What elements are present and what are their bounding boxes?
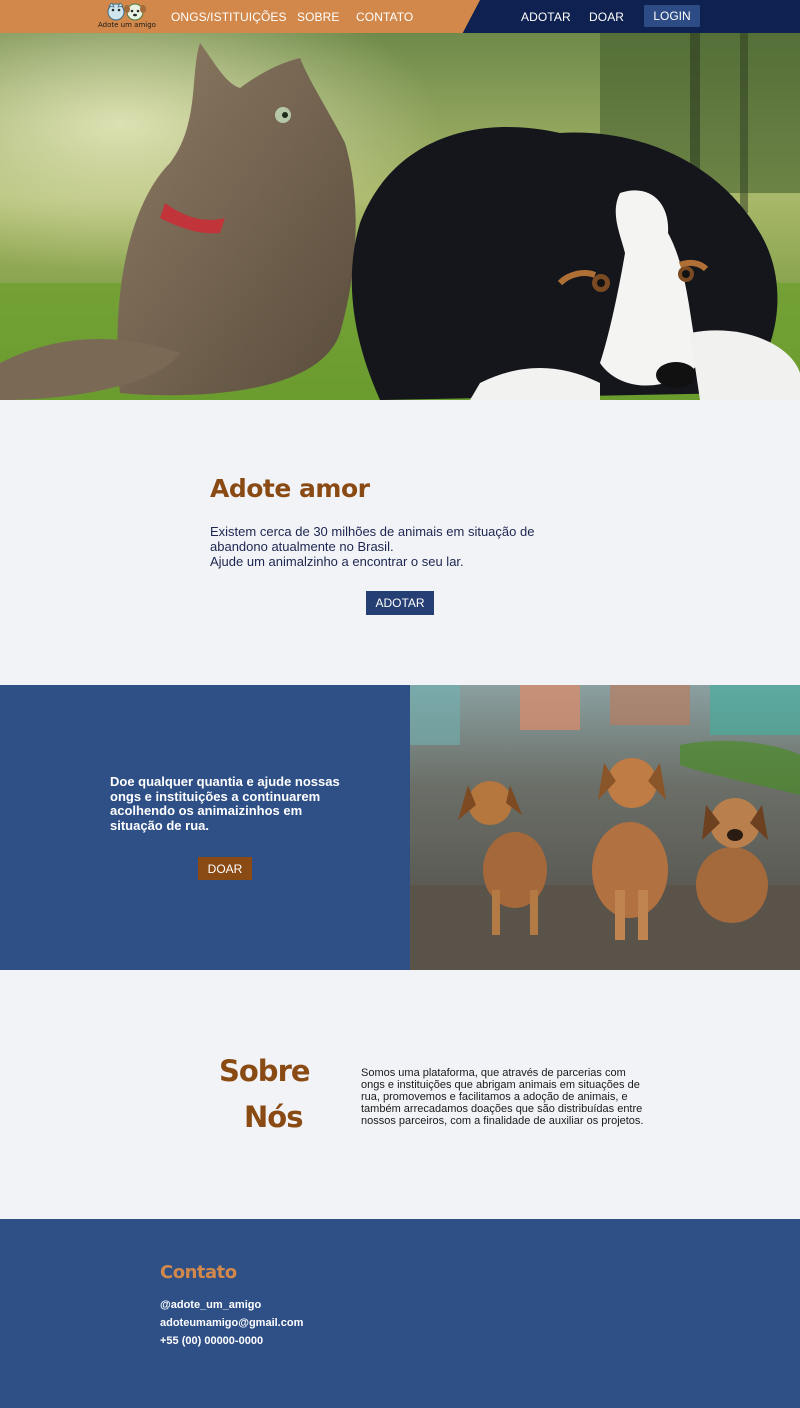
about-description: Somos uma plataforma, que através de par… xyxy=(361,1067,644,1127)
donate-description: Doe qualquer quantia e ajude nossas ongs… xyxy=(110,774,340,833)
hero-illustration xyxy=(0,33,800,400)
adopt-description: Existem cerca de 30 milhões de animais e… xyxy=(210,524,590,569)
about-title-line-2: Nós xyxy=(244,1100,303,1134)
nav-link-sobre[interactable]: SOBRE xyxy=(297,10,340,24)
logo-text: Adote um amigo xyxy=(98,21,156,29)
contact-phone: +55 (00) 00000-0000 xyxy=(160,1335,264,1347)
hero-image-cat-and-dog xyxy=(0,33,800,400)
puppies-illustration xyxy=(410,685,800,970)
adopt-title: Adote amor xyxy=(210,474,370,503)
adopt-text-line-1: Existem cerca de 30 milhões de animais e… xyxy=(210,524,535,554)
nav-link-contato[interactable]: CONTATO xyxy=(356,10,413,24)
footer xyxy=(0,1219,800,1408)
logo-pets-icon xyxy=(107,2,146,21)
nav-link-doar[interactable]: DOAR xyxy=(589,10,624,24)
contact-title: Contato xyxy=(160,1262,237,1283)
contact-email-link[interactable]: adoteumamigo@gmail.com xyxy=(160,1317,303,1329)
adopt-text-line-2: Ajude um animalzinho a encontrar o seu l… xyxy=(210,554,464,569)
nav-link-adotar[interactable]: ADOTAR xyxy=(521,10,571,24)
page: Adote um amigo ONGS/ISTITUIÇÕES SOBRE CO… xyxy=(0,0,800,1408)
contact-instagram-link[interactable]: @adote_um_amigo xyxy=(160,1299,261,1311)
adopt-button[interactable]: ADOTAR xyxy=(366,591,434,615)
puppies-image xyxy=(410,685,800,970)
nav-link-ongs[interactable]: ONGS/ISTITUIÇÕES xyxy=(171,10,287,24)
about-title-line-1: Sobre xyxy=(219,1054,311,1088)
login-button[interactable]: LOGIN xyxy=(644,5,700,27)
site-logo[interactable]: Adote um amigo xyxy=(98,2,156,31)
top-navbar: Adote um amigo ONGS/ISTITUIÇÕES SOBRE CO… xyxy=(0,0,800,33)
donate-button[interactable]: DOAR xyxy=(198,857,252,880)
